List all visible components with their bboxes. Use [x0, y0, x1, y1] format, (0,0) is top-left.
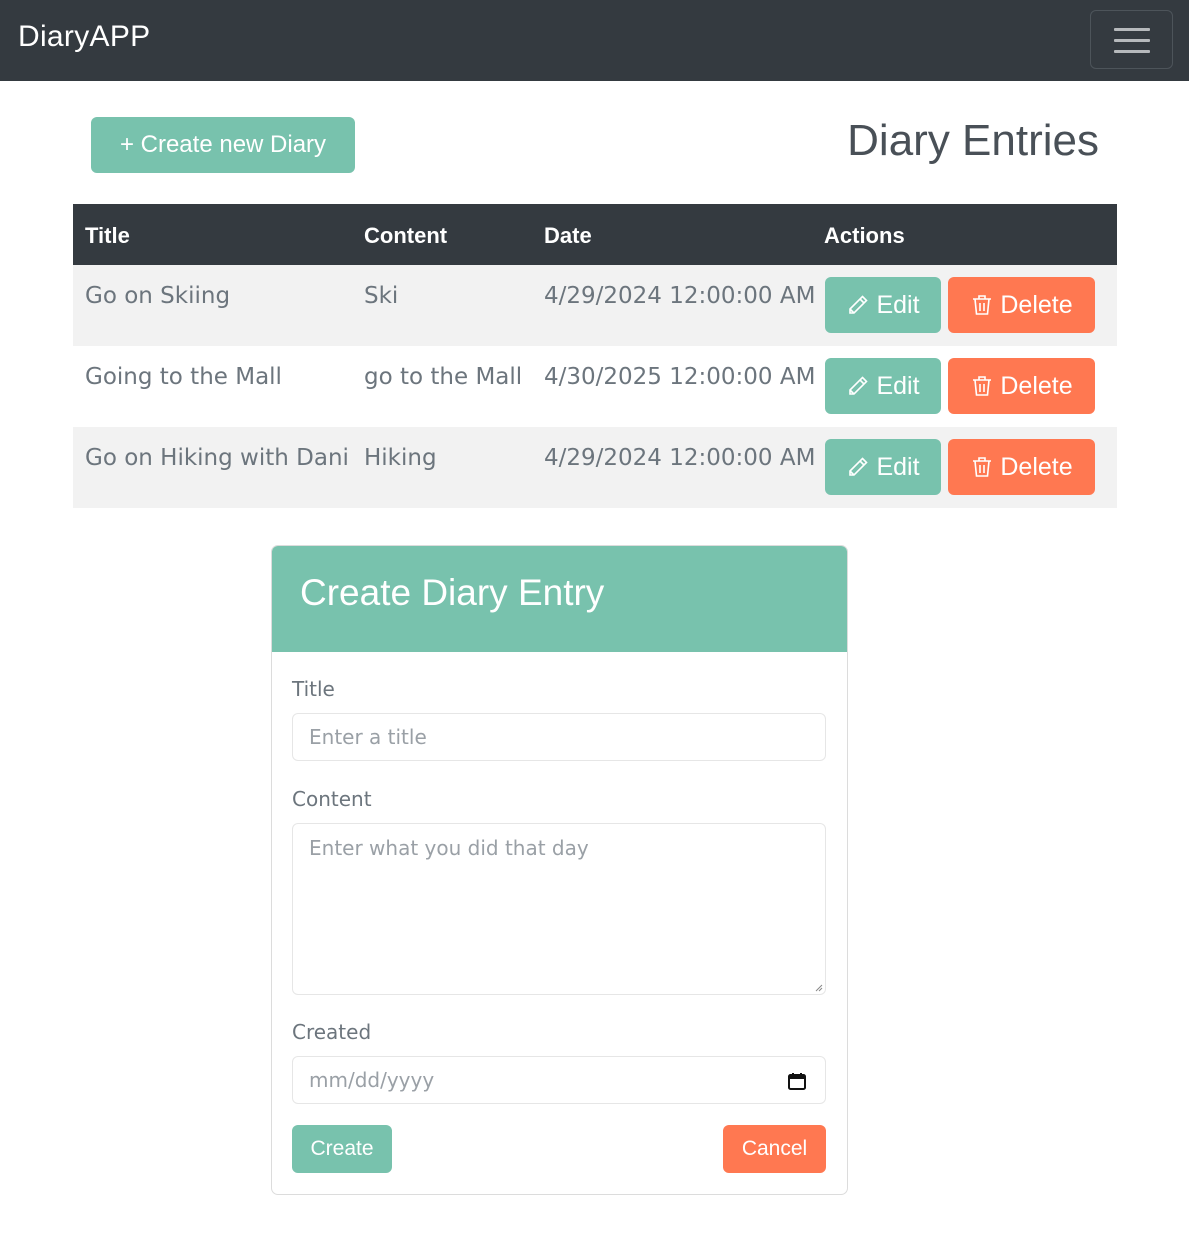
- table-header: Title Content Date Actions: [73, 204, 1117, 265]
- content-placeholder: Enter what you did that day: [309, 836, 589, 860]
- delete-button[interactable]: Delete: [948, 439, 1095, 495]
- pencil-icon: [849, 457, 869, 476]
- title-label: Title: [292, 677, 335, 701]
- card-title: Create Diary Entry: [300, 572, 605, 613]
- delete-button[interactable]: Delete: [948, 277, 1095, 333]
- content-label: Content: [292, 787, 372, 811]
- card-header: Create Diary Entry: [272, 546, 847, 652]
- pencil-icon: [849, 376, 869, 395]
- edit-label: Edit: [876, 371, 920, 400]
- content-textarea[interactable]: Enter what you did that day: [292, 823, 826, 995]
- trash-icon: [973, 376, 992, 396]
- brand-logo[interactable]: DiaryAPP: [18, 20, 150, 54]
- navbar: DiaryAPP: [0, 0, 1189, 81]
- row-title: Going to the Mall: [85, 364, 282, 390]
- table-row: Go on Hiking with Dani Hiking 4/29/2024 …: [73, 427, 1117, 508]
- page-title: Diary Entries: [847, 116, 1099, 165]
- delete-button[interactable]: Delete: [948, 358, 1095, 414]
- row-title: Go on Hiking with Dani: [85, 445, 349, 471]
- column-header-title: Title: [85, 223, 130, 248]
- table-row: Going to the Mall go to the Mall 4/30/20…: [73, 346, 1117, 427]
- edit-label: Edit: [876, 452, 920, 481]
- calendar-icon[interactable]: [787, 1071, 807, 1091]
- trash-icon: [973, 295, 992, 315]
- resize-handle-icon[interactable]: [815, 984, 823, 992]
- delete-label: Delete: [1000, 290, 1073, 319]
- row-title: Go on Skiing: [85, 283, 231, 309]
- menu-toggle-button[interactable]: [1090, 10, 1173, 69]
- column-header-actions: Actions: [824, 223, 905, 248]
- hamburger-icon: [1114, 28, 1150, 31]
- pencil-icon: [849, 295, 869, 314]
- row-date: 4/29/2024 12:00:00 AM: [544, 445, 816, 471]
- cancel-button[interactable]: Cancel: [723, 1125, 826, 1173]
- table-row: Go on Skiing Ski 4/29/2024 12:00:00 AM E…: [73, 265, 1117, 346]
- edit-label: Edit: [876, 290, 920, 319]
- row-content: Ski: [364, 283, 399, 309]
- created-label: Created: [292, 1020, 372, 1044]
- edit-button[interactable]: Edit: [825, 358, 941, 414]
- title-input[interactable]: Enter a title: [292, 713, 826, 761]
- column-header-date: Date: [544, 223, 592, 248]
- create-button[interactable]: Create: [292, 1125, 392, 1173]
- column-header-content: Content: [364, 223, 448, 248]
- create-new-diary-button[interactable]: + Create new Diary: [91, 117, 355, 173]
- edit-button[interactable]: Edit: [825, 439, 941, 495]
- delete-label: Delete: [1000, 371, 1073, 400]
- row-date: 4/30/2025 12:00:00 AM: [544, 364, 816, 390]
- row-content: go to the Mall: [364, 364, 523, 390]
- diary-table: Title Content Date Actions Go on Skiing …: [73, 204, 1117, 508]
- created-date-input[interactable]: mm/dd/yyyy: [292, 1056, 826, 1104]
- row-content: Hiking: [364, 445, 437, 471]
- row-date: 4/29/2024 12:00:00 AM: [544, 283, 816, 309]
- create-entry-card: Create Diary Entry Title Enter a title C…: [271, 545, 848, 1195]
- delete-label: Delete: [1000, 452, 1073, 481]
- trash-icon: [973, 457, 992, 477]
- title-placeholder: Enter a title: [309, 725, 427, 749]
- date-placeholder: mm/dd/yyyy: [309, 1068, 435, 1092]
- edit-button[interactable]: Edit: [825, 277, 941, 333]
